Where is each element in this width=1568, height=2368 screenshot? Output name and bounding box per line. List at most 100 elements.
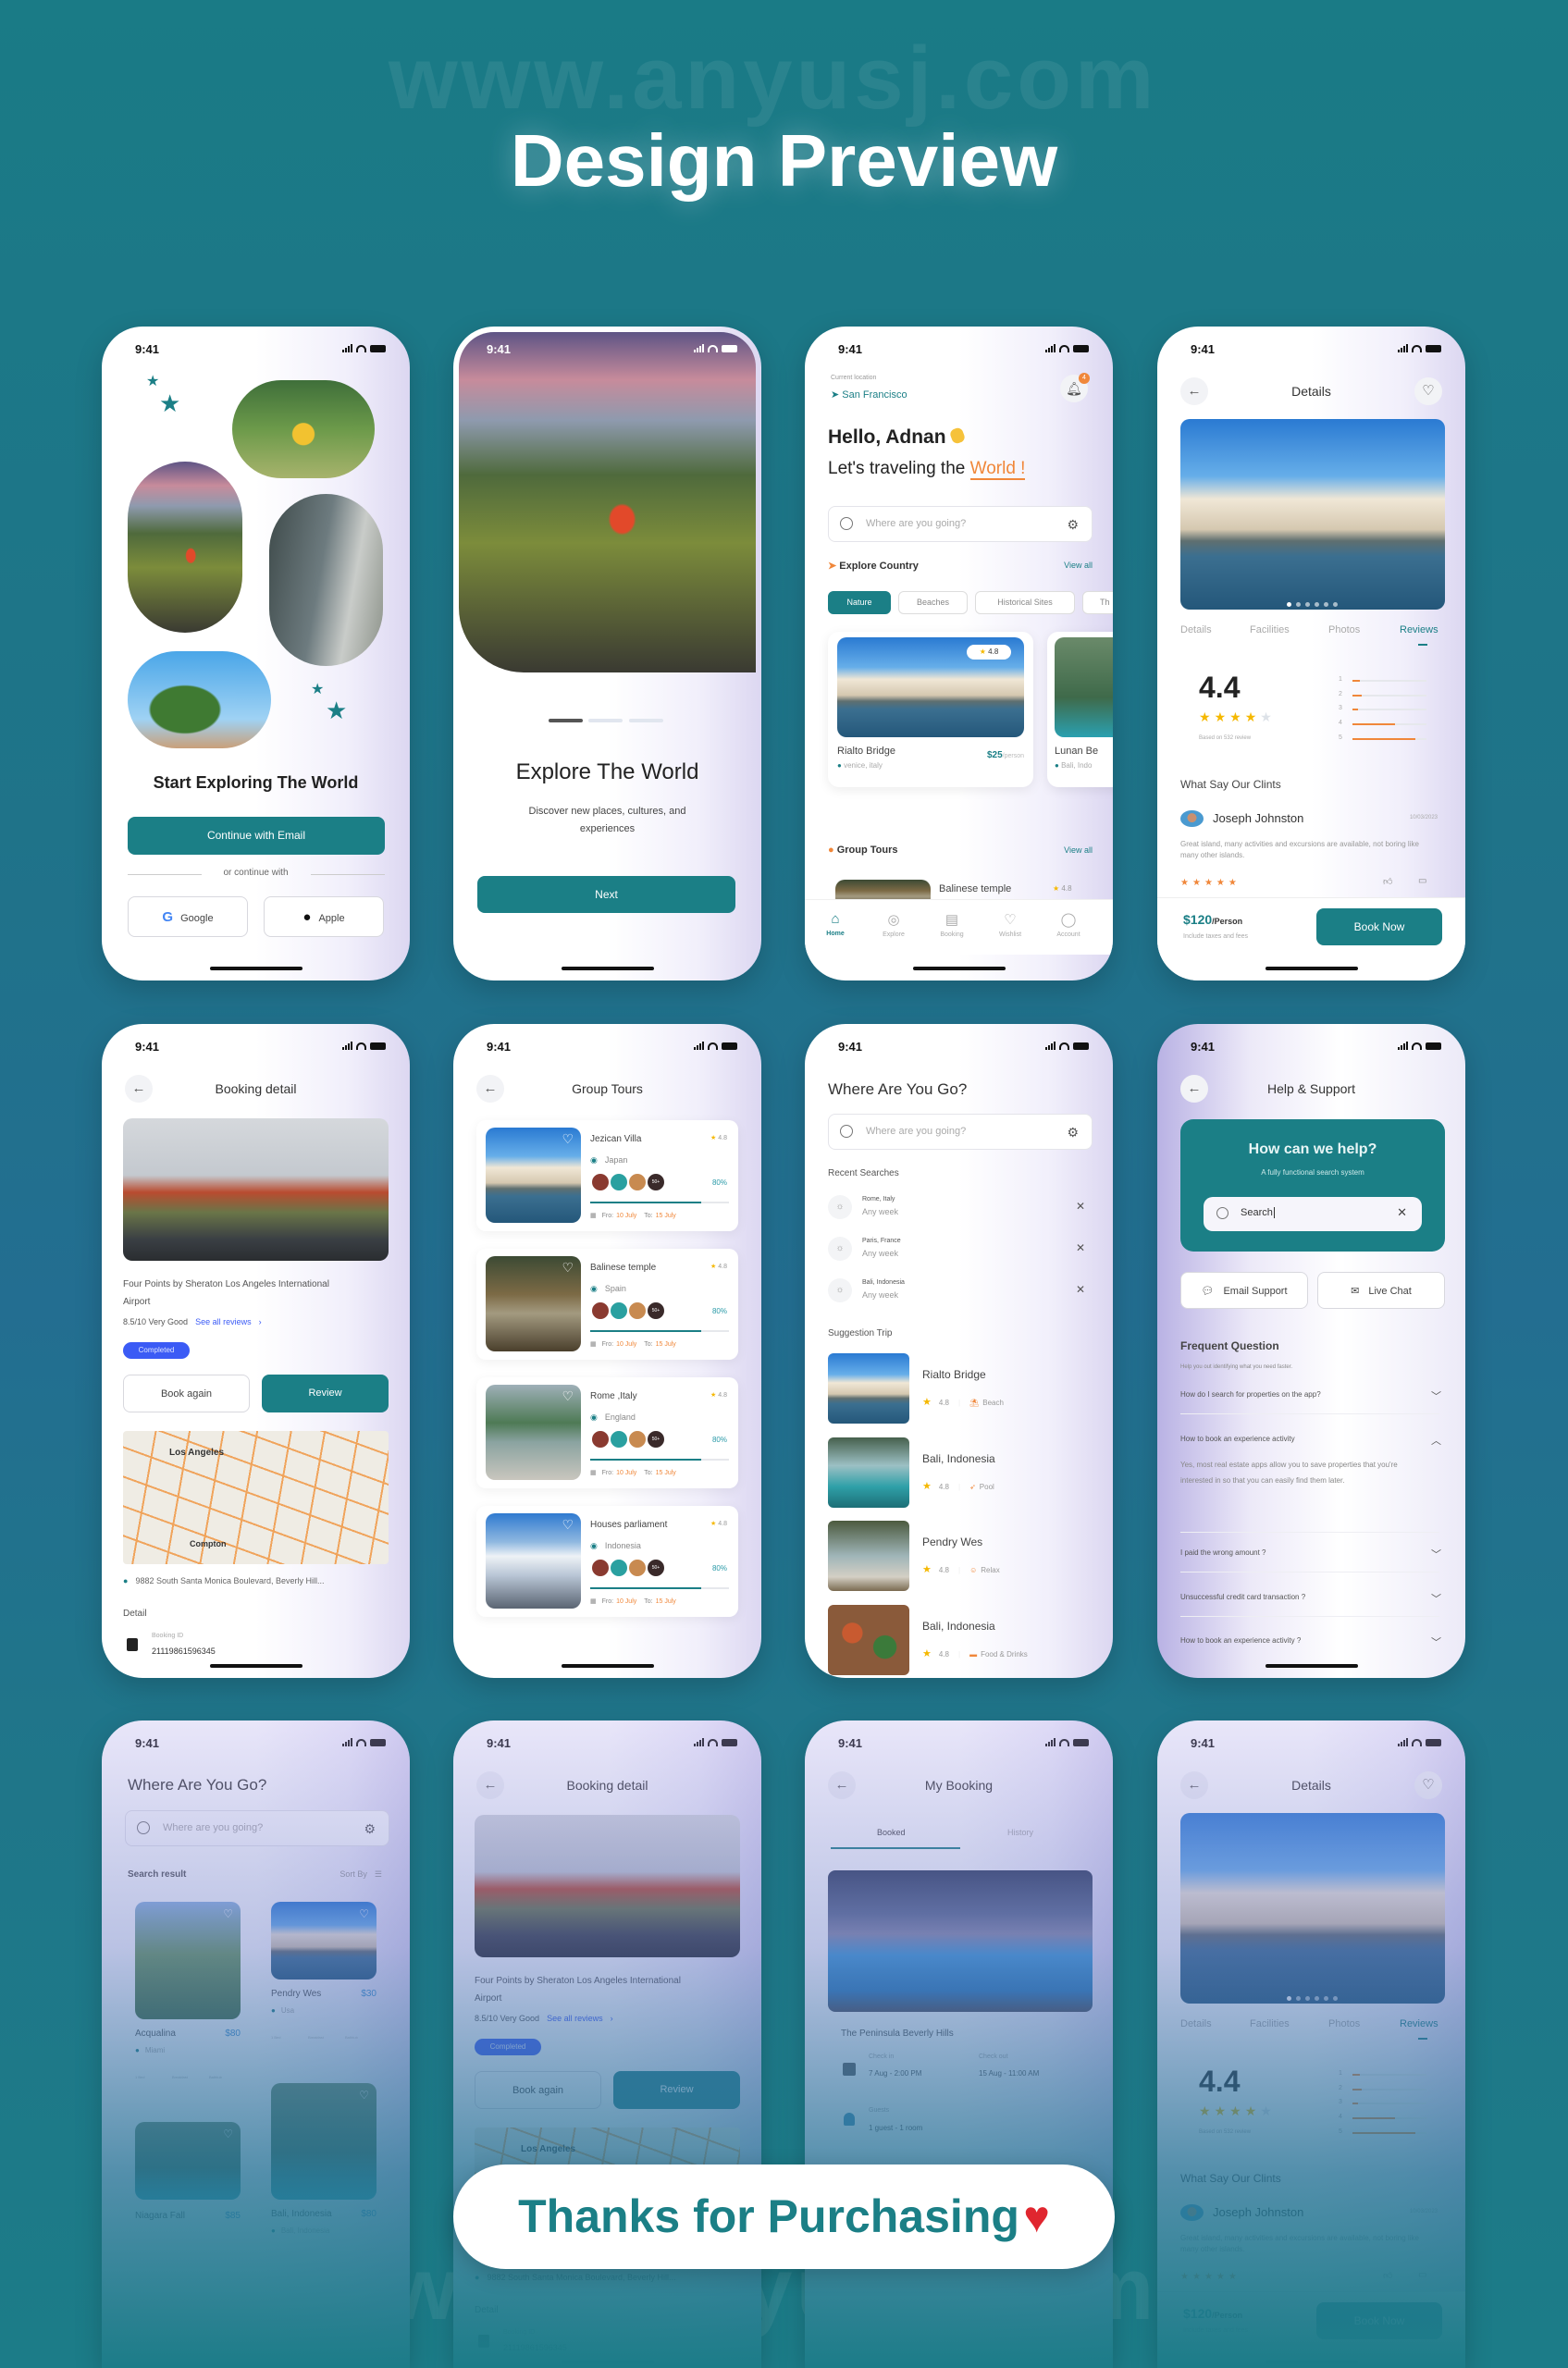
tour-card[interactable]: ♡ Jezican Villa ★ 4.8 ◉ Japan 50+ 80% ▦ Fro: 10 J…	[476, 1120, 738, 1231]
recent-search-item[interactable]: ☼ Bali, Indonesia Any week ✕	[828, 1278, 1093, 1302]
google-button[interactable]: G Google	[128, 896, 248, 937]
tab-details[interactable]: Details	[1180, 624, 1212, 635]
tab-facilities[interactable]: Facilities	[1250, 2018, 1290, 2029]
clear-icon[interactable]: ✕	[1397, 1205, 1407, 1220]
divider: |	[958, 1482, 961, 1491]
faq-question[interactable]: I paid the wrong amount ?	[1180, 1548, 1266, 1557]
chevron-down-icon[interactable]: ﹀	[1431, 1634, 1441, 1649]
faq-question[interactable]: How do I search for properties on the ap…	[1180, 1390, 1321, 1399]
heart-icon[interactable]: ♡	[562, 1517, 574, 1533]
continue-email-button[interactable]: Continue with Email	[128, 817, 385, 855]
tab-reviews[interactable]: Reviews	[1400, 624, 1438, 635]
remove-icon[interactable]: ✕	[1076, 1283, 1085, 1296]
sort-by-button[interactable]: Sort By ☰	[340, 1869, 382, 1880]
help-search-input[interactable]: Search ✕	[1204, 1197, 1422, 1231]
rating-value: 4.8	[938, 1482, 949, 1491]
chevron-down-icon[interactable]: ﹀	[1431, 1547, 1441, 1561]
recent-when: Any week	[862, 1207, 899, 1216]
search-input[interactable]: Where are you going? ⚙	[125, 1810, 389, 1846]
chevron-down-icon[interactable]: ﹀	[1431, 1388, 1441, 1403]
like-button[interactable]: 👍︎	[1383, 2270, 1392, 2281]
rating-distribution-bar	[1352, 2103, 1426, 2105]
heart-icon[interactable]: ♡	[562, 1388, 574, 1404]
notification-button[interactable]: 🔔︎ 4	[1060, 373, 1090, 402]
filter-icon[interactable]: ⚙	[1067, 517, 1079, 533]
apple-button[interactable]: ● Apple	[264, 896, 384, 937]
tab-photos[interactable]: Photos	[1328, 2018, 1360, 2029]
heart-icon[interactable]: ♡	[359, 2089, 369, 2102]
faq-question[interactable]: How to book an experience activity ?	[1180, 1636, 1301, 1645]
status-icons	[342, 1042, 386, 1050]
book-again-button[interactable]: Book again	[123, 1375, 250, 1412]
rating-distribution-bar	[1352, 709, 1426, 711]
chip-beaches[interactable]: Beaches	[898, 591, 968, 614]
tour-card[interactable]: ♡ Houses parliament ★ 4.8 ◉ Indonesia 50+ 80% ▦…	[476, 1506, 738, 1617]
favorite-button[interactable]: ♡	[1414, 377, 1442, 405]
remove-icon[interactable]: ✕	[1076, 1200, 1085, 1213]
destination-card[interactable]: ★ 4.8 Rialto Bridge ● venice, italy $25/…	[828, 632, 1033, 787]
view-all-link[interactable]: View all	[1064, 561, 1093, 570]
suggestion-item[interactable]: Bali, Indonesia ★ 4.8 | ▬ Food & Drinks	[828, 1604, 1093, 1675]
recent-search-item[interactable]: ☼ Paris, France Any week ✕	[828, 1237, 1093, 1261]
see-reviews-link[interactable]: See all reviews	[195, 1317, 252, 1326]
tab-home[interactable]: ⌂ Home	[812, 911, 858, 937]
travelers-photo	[232, 380, 375, 478]
tag-label: Food & Drinks	[981, 1649, 1028, 1659]
faq-question[interactable]: Unsuccessful credit card transaction ?	[1180, 1593, 1305, 1601]
hotel-photo	[123, 1118, 389, 1261]
heart-icon[interactable]: ♡	[359, 1907, 369, 1920]
star-icon: ★	[1214, 2103, 1227, 2118]
suggestion-item[interactable]: Pendry Wes ★ 4.8 | ☺ Relax	[828, 1521, 1093, 1591]
filter-icon[interactable]: ⚙	[1067, 1125, 1079, 1141]
chevron-down-icon[interactable]: ﹀	[1431, 1591, 1441, 1606]
book-again-button[interactable]: Book again	[475, 2071, 601, 2109]
see-reviews-link[interactable]: See all reviews	[547, 2014, 603, 2023]
tab-explore[interactable]: ◎ Explore	[870, 911, 917, 938]
map[interactable]: Los Angeles Compton	[123, 1431, 389, 1564]
search-input[interactable]: Where are you going? ⚙	[828, 1114, 1093, 1150]
tab-account[interactable]: ◯ Account	[1045, 911, 1092, 938]
tab-history[interactable]: History	[1007, 1828, 1033, 1837]
book-now-button[interactable]: Book Now	[1316, 908, 1442, 945]
review-button[interactable]: Review	[613, 2071, 740, 2109]
heart-icon[interactable]: ♡	[223, 1907, 233, 1920]
book-now-button[interactable]: Book Now	[1316, 2302, 1442, 2339]
destination-card[interactable]: Lunan Be ● Bali, Indo	[1047, 632, 1113, 787]
chip-historical-sites[interactable]: Historical Sites	[975, 591, 1075, 614]
comment-button[interactable]: ▭	[1418, 876, 1426, 886]
location-pin-icon: ●	[123, 1576, 129, 1585]
tab-details[interactable]: Details	[1180, 2018, 1212, 2029]
review-button[interactable]: Review	[262, 1375, 389, 1412]
chip-more[interactable]: Th	[1082, 591, 1113, 614]
suggestion-item[interactable]: Rialto Bridge ★ 4.8 | ⛱ Beach	[828, 1353, 1093, 1424]
remove-icon[interactable]: ✕	[1076, 1241, 1085, 1254]
tour-card[interactable]: ♡ Balinese temple ★ 4.8 ◉ Spain 50+ 80% ▦ Fro: 10…	[476, 1249, 738, 1360]
tab-reviews[interactable]: Reviews	[1400, 2018, 1438, 2029]
tab-booked[interactable]: Booked	[877, 1828, 906, 1837]
location-selector[interactable]: ➤ San Francisco	[831, 388, 907, 401]
heart-icon[interactable]: ♡	[562, 1131, 574, 1147]
live-chat-button[interactable]: ✉ Live Chat	[1317, 1272, 1445, 1309]
view-all-link[interactable]: View all	[1064, 845, 1093, 855]
filter-icon[interactable]: ⚙	[364, 1821, 376, 1837]
heart-icon[interactable]: ♡	[223, 2128, 233, 2140]
tab-wishlist[interactable]: ♡ Wishlist	[987, 911, 1033, 938]
heart-icon[interactable]: ♡	[562, 1260, 574, 1276]
faq-question[interactable]: How to book an experience activity	[1180, 1435, 1295, 1443]
search-input[interactable]: Where are you going? ⚙	[828, 506, 1093, 542]
recent-search-item[interactable]: ☼ Rome, Italy Any week ✕	[828, 1195, 1093, 1219]
tab-facilities[interactable]: Facilities	[1250, 624, 1290, 635]
status-icons	[1045, 1738, 1089, 1746]
email-support-button[interactable]: 💬︎ Email Support	[1180, 1272, 1308, 1309]
favorite-button[interactable]: ♡	[1414, 1771, 1442, 1799]
next-button[interactable]: Next	[477, 876, 735, 913]
tour-card[interactable]: ♡ Rome ,Italy ★ 4.8 ◉ England 50+ 80% ▦ Fro: 10 J…	[476, 1377, 738, 1488]
tab-booking[interactable]: ▤ Booking	[929, 911, 975, 938]
comment-button[interactable]: ▭	[1418, 2270, 1426, 2280]
like-button[interactable]: 👍︎	[1383, 876, 1392, 887]
tab-photos[interactable]: Photos	[1328, 624, 1360, 635]
suggestion-item[interactable]: Bali, Indonesia ★ 4.8 | ➶ Pool	[828, 1437, 1093, 1508]
chip-nature[interactable]: Nature	[828, 591, 891, 614]
chevron-up-icon[interactable]: ︿	[1431, 1433, 1441, 1448]
booking-id-label: Booking ID	[503, 2329, 536, 2336]
